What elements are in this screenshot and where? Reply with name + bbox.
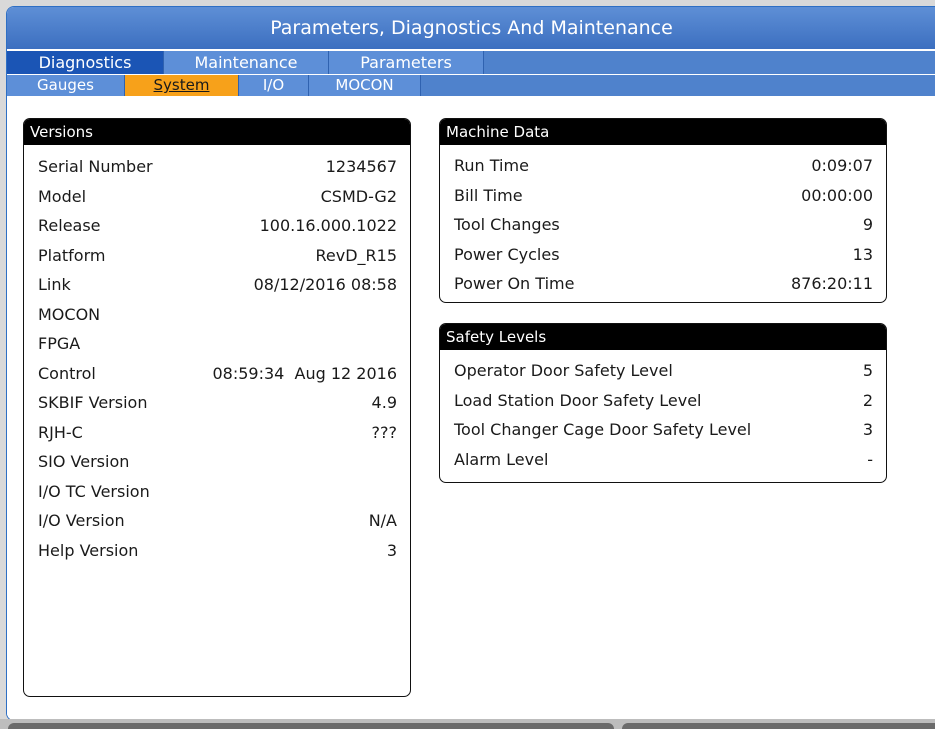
tab-io[interactable]: I/O	[239, 75, 309, 96]
tab-diagnostics[interactable]: Diagnostics	[7, 51, 164, 74]
version-label: Control	[38, 363, 96, 383]
safety-value: -	[867, 449, 873, 469]
machine-row-power-cycles: Power Cycles 13	[440, 241, 886, 271]
version-row-model: Model CSMD-G2	[24, 183, 410, 213]
version-row-help: Help Version 3	[24, 537, 410, 567]
safety-value: 3	[862, 420, 873, 439]
version-label: Model	[38, 186, 87, 206]
versions-list: Serial Number 1234567 Model CSMD-G2 Releas…	[24, 145, 410, 566]
version-label: SIO Version	[38, 452, 130, 471]
safety-row-operator-door: Operator Door Safety Level 5	[440, 357, 886, 387]
bottom-status-strip	[0, 719, 935, 729]
machine-label: Bill Time	[454, 185, 523, 205]
version-value: ???	[371, 422, 397, 442]
version-row-mocon: MOCON	[24, 301, 410, 331]
safety-label: Tool Changer Cage Door Safety Level	[454, 420, 752, 439]
version-row-skbif: SKBIF Version 4.9	[24, 389, 410, 419]
machine-row-tool-changes: Tool Changes 9	[440, 211, 886, 241]
machine-data-list: Run Time 0:09:07 Bill Time 00:00:00 Tool C…	[440, 145, 886, 300]
bottom-panel-right	[622, 723, 935, 729]
safety-levels-panel-title: Safety Levels	[440, 324, 886, 350]
version-value: 08:59:34 Aug 12 2016	[212, 363, 397, 383]
safety-label: Alarm Level	[454, 449, 549, 469]
machine-value: 13	[852, 244, 873, 264]
machine-label: Power On Time	[454, 274, 575, 293]
machine-value: 876:20:11	[790, 274, 873, 293]
tab-maintenance[interactable]: Maintenance	[164, 51, 329, 74]
version-label: Serial Number	[38, 157, 153, 176]
machine-row-bill-time: Bill Time 00:00:00	[440, 182, 886, 212]
version-label: Platform	[38, 245, 106, 265]
safety-label: Load Station Door Safety Level	[454, 390, 702, 410]
safety-label: Operator Door Safety Level	[454, 361, 673, 380]
machine-row-run-time: Run Time 0:09:07	[440, 152, 886, 182]
version-label: MOCON	[38, 304, 101, 324]
safety-row-alarm-level: Alarm Level -	[440, 446, 886, 476]
version-row-fpga: FPGA	[24, 330, 410, 360]
safety-value: 5	[862, 361, 873, 380]
window-title: Parameters, Diagnostics And Maintenance	[7, 7, 935, 49]
version-row-io-tc: I/O TC Version	[24, 478, 410, 508]
version-value: 1234567	[325, 157, 397, 176]
version-label: FPGA	[38, 334, 81, 353]
version-row-control: Control 08:59:34 Aug 12 2016	[24, 360, 410, 390]
machine-label: Power Cycles	[454, 244, 560, 264]
version-label: Link	[38, 275, 71, 294]
version-row-release: Release 100.16.000.1022	[24, 212, 410, 242]
system-content: Versions Serial Number 1234567 Model CSMD-…	[7, 97, 935, 720]
safety-levels-list: Operator Door Safety Level 5 Load Station…	[440, 350, 886, 475]
machine-value: 00:00:00	[801, 185, 873, 205]
machine-value: 0:09:07	[811, 156, 873, 175]
version-value: 100.16.000.1022	[259, 216, 397, 235]
version-value: 3	[386, 540, 397, 560]
version-value: 08/12/2016 08:58	[253, 275, 397, 294]
safety-levels-panel: Safety Levels Operator Door Safety Level…	[439, 323, 887, 483]
machine-data-panel: Machine Data Run Time 0:09:07 Bill Time 00…	[439, 118, 887, 303]
main-tab-bar: Diagnostics Maintenance Parameters	[7, 51, 935, 74]
tab-system[interactable]: System	[125, 75, 239, 96]
version-row-link: Link 08/12/2016 08:58	[24, 271, 410, 301]
version-row-io: I/O Version N/A	[24, 507, 410, 537]
version-row-sio: SIO Version	[24, 448, 410, 478]
version-value: N/A	[368, 511, 397, 530]
version-label: I/O Version	[38, 511, 125, 530]
version-row-platform: Platform RevD_R15	[24, 242, 410, 272]
version-label: SKBIF Version	[38, 393, 148, 412]
version-value: 4.9	[371, 393, 397, 412]
tab-gauges[interactable]: Gauges	[7, 75, 125, 96]
version-label: RJH-C	[38, 422, 83, 442]
version-row-rjh-c: RJH-C???	[24, 419, 410, 449]
version-label: Help Version	[38, 540, 139, 560]
machine-label: Tool Changes	[454, 215, 560, 234]
safety-row-tool-changer-cage-door: Tool Changer Cage Door Safety Level 3	[440, 416, 886, 446]
sub-tab-filler	[421, 75, 935, 96]
machine-row-power-on-time: Power On Time 876:20:11	[440, 270, 886, 300]
sub-tab-bar: Gauges System I/O MOCON	[7, 75, 935, 96]
safety-value: 2	[862, 390, 873, 410]
version-label: I/O TC Version	[38, 481, 150, 501]
machine-label: Run Time	[454, 156, 529, 175]
pdm-window: Parameters, Diagnostics And Maintenance …	[6, 6, 935, 721]
safety-row-load-station-door: Load Station Door Safety Level 2	[440, 387, 886, 417]
tab-parameters[interactable]: Parameters	[329, 51, 484, 74]
version-value: RevD_R15	[315, 245, 397, 265]
versions-panel-title: Versions	[24, 119, 410, 145]
version-value: CSMD-G2	[320, 186, 397, 206]
versions-panel: Versions Serial Number 1234567 Model CSMD-…	[23, 118, 411, 697]
bottom-panel-left	[8, 723, 614, 729]
version-label: Release	[38, 216, 101, 235]
tab-mocon[interactable]: MOCON	[309, 75, 421, 96]
main-tab-filler	[484, 51, 935, 74]
version-row-serial-number: Serial Number 1234567	[24, 153, 410, 183]
machine-value: 9	[862, 215, 873, 234]
machine-data-panel-title: Machine Data	[440, 119, 886, 145]
